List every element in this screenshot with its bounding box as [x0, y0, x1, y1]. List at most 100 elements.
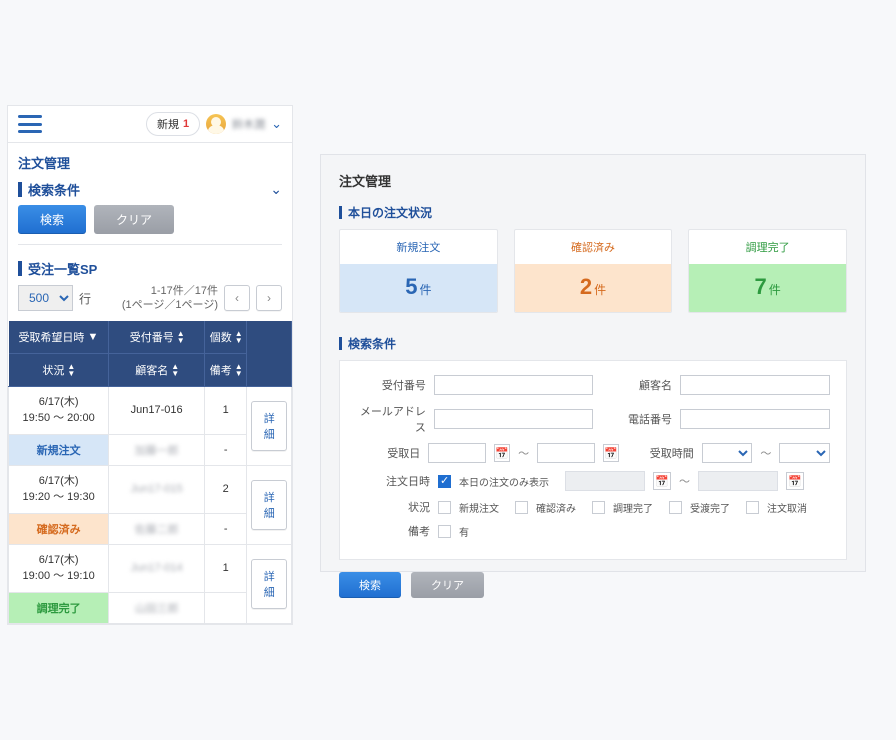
table-row: 6/17(木)19:20 〜 19:30Jun17-0152詳細	[9, 465, 292, 513]
cell-pickup: 6/17(木)19:20 〜 19:30	[9, 465, 109, 513]
status-cooked-checkbox[interactable]	[592, 501, 605, 514]
col-orderno[interactable]: 受付番号	[109, 321, 205, 354]
cell-pickup: 6/17(木)19:00 〜 19:10	[9, 544, 109, 592]
prev-page-button[interactable]: ‹	[224, 285, 250, 311]
next-page-button[interactable]: ›	[256, 285, 282, 311]
detail-button[interactable]: 詳細	[251, 480, 287, 530]
calendar-icon[interactable]: 📅	[653, 472, 671, 490]
mobile-panel: 新規 1 鈴木潤 ⌄ 注文管理 検索条件 ⌄ 検索 クリア 受注一覧SP 500…	[7, 105, 293, 625]
new-orders-pill[interactable]: 新規 1	[146, 112, 200, 136]
cell-qty: 2	[205, 465, 247, 513]
clear-button[interactable]: クリア	[411, 572, 484, 598]
orderno-input[interactable]	[434, 375, 593, 395]
lbl-phone: 電話番号	[619, 411, 672, 427]
rows-per-page: 500 行	[18, 285, 91, 311]
col-customer[interactable]: 顧客名	[109, 353, 205, 386]
cell-detail: 詳細	[247, 386, 292, 465]
detail-button[interactable]: 詳細	[251, 559, 287, 609]
pagination-pages: (1ページ／1ページ)	[122, 298, 218, 312]
search-section-header[interactable]: 検索条件 ⌄	[8, 180, 292, 205]
hamburger-icon[interactable]	[18, 115, 42, 133]
pickup-time-from[interactable]	[702, 443, 753, 463]
chevron-down-icon[interactable]: ⌄	[270, 181, 282, 198]
pickup-time-to[interactable]	[779, 443, 830, 463]
cell-customer: 佐藤二郎	[109, 513, 205, 544]
mobile-header: 新規 1 鈴木潤 ⌄	[8, 106, 292, 143]
page-title: 注文管理	[339, 171, 847, 190]
status-delivered-checkbox[interactable]	[669, 501, 682, 514]
lbl-pickup-date: 受取日	[356, 445, 420, 461]
rows-select[interactable]: 500	[18, 285, 73, 311]
desktop-panel: 注文管理 本日の注文状況 新規注文 5件 確認済み 2件 調理完了 7件 検索条…	[320, 154, 866, 572]
col-pickup[interactable]: 受取希望日時 ▼	[9, 321, 109, 354]
order-date-to	[698, 471, 778, 491]
card-done[interactable]: 調理完了 7件	[688, 229, 847, 313]
lbl-pickup-time: 受取時間	[645, 445, 694, 461]
email-input[interactable]	[434, 409, 593, 429]
rows-suffix: 行	[79, 290, 91, 307]
customer-input[interactable]	[680, 375, 830, 395]
search-section-label: 検索条件	[339, 335, 847, 352]
pickup-date-from[interactable]	[428, 443, 486, 463]
search-button[interactable]: 検索	[18, 205, 86, 234]
search-buttons: 検索 クリア	[339, 572, 847, 598]
col-memo[interactable]: 備考	[205, 353, 247, 386]
search-section-label: 検索条件	[18, 180, 80, 199]
status-cancelled-checkbox[interactable]	[746, 501, 759, 514]
pickup-date-to[interactable]	[537, 443, 595, 463]
cell-customer: 山田三郎	[109, 592, 205, 623]
pagination-text: 1-17件／17件 (1ページ／1ページ)	[122, 284, 218, 313]
phone-input[interactable]	[680, 409, 830, 429]
chevron-down-icon[interactable]: ⌄	[271, 116, 282, 132]
cell-qty: 1	[205, 544, 247, 592]
divider	[18, 244, 282, 245]
cell-status: 確認済み	[9, 513, 109, 544]
card-done-label: 調理完了	[689, 230, 846, 264]
lbl-customer: 顧客名	[619, 377, 672, 393]
cell-memo: -	[205, 434, 247, 465]
card-new[interactable]: 新規注文 5件	[339, 229, 498, 313]
calendar-icon[interactable]: 📅	[603, 444, 619, 462]
new-count: 1	[183, 118, 189, 130]
calendar-icon[interactable]: 📅	[786, 472, 804, 490]
cell-detail: 詳細	[247, 465, 292, 544]
search-form: 受付番号 顧客名 メールアドレス 電話番号 受取日 📅 〜 📅 受取時間 〜 注…	[339, 360, 847, 560]
header-right: 新規 1 鈴木潤 ⌄	[146, 112, 282, 136]
detail-button[interactable]: 詳細	[251, 401, 287, 451]
card-new-label: 新規注文	[340, 230, 497, 264]
search-button[interactable]: 検索	[339, 572, 401, 598]
cell-qty: 1	[205, 386, 247, 434]
col-detail	[247, 321, 292, 387]
avatar-icon[interactable]	[206, 114, 226, 134]
search-buttons: 検索 クリア	[8, 205, 292, 244]
lbl-order-datetime: 注文日時	[356, 473, 430, 489]
new-label: 新規	[157, 116, 179, 132]
clear-button[interactable]: クリア	[94, 205, 174, 234]
table-row: 6/17(木)19:50 〜 20:00Jun17-0161詳細	[9, 386, 292, 434]
status-new-checkbox[interactable]	[438, 501, 451, 514]
col-status[interactable]: 状況	[9, 353, 109, 386]
cell-memo	[205, 592, 247, 623]
status-cards: 新規注文 5件 確認済み 2件 調理完了 7件	[339, 229, 847, 313]
memo-checkbox[interactable]	[438, 525, 451, 538]
cell-memo: -	[205, 513, 247, 544]
lbl-email: メールアドレス	[356, 403, 426, 435]
calendar-icon[interactable]: 📅	[494, 444, 510, 462]
col-qty[interactable]: 個数	[205, 321, 247, 354]
orders-table: 受取希望日時 ▼ 受付番号 個数 状況 顧客名 備考 6/17(木)19:50 …	[8, 321, 292, 624]
status-confirmed-checkbox[interactable]	[515, 501, 528, 514]
cell-orderno: Jun17-016	[109, 386, 205, 434]
cell-pickup: 6/17(木)19:50 〜 20:00	[9, 386, 109, 434]
pagination: 1-17件／17件 (1ページ／1ページ) ‹ ›	[122, 284, 282, 313]
today-only-checkbox[interactable]	[438, 475, 451, 488]
card-confirmed[interactable]: 確認済み 2件	[514, 229, 673, 313]
card-new-count: 5	[405, 274, 417, 299]
cell-customer: 加藤一郎	[109, 434, 205, 465]
today-section-label: 本日の注文状況	[339, 204, 847, 221]
cell-status: 新規注文	[9, 434, 109, 465]
table-header: 受取希望日時 ▼ 受付番号 個数 状況 顧客名 備考	[9, 321, 292, 387]
list-controls: 500 行 1-17件／17件 (1ページ／1ページ) ‹ ›	[8, 284, 292, 321]
card-done-count: 7	[755, 274, 767, 299]
order-date-from	[565, 471, 645, 491]
cell-detail: 詳細	[247, 544, 292, 623]
